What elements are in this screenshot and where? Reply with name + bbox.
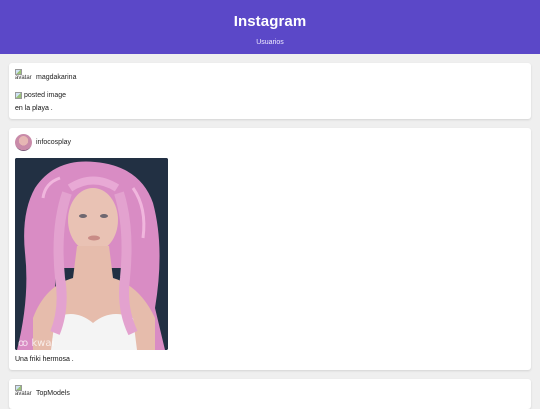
post-photo [15,158,168,350]
avatar[interactable] [15,134,32,151]
avatar-alt-text: avatar [15,391,32,397]
avatar-alt-text: avatar [15,75,32,81]
post-username[interactable]: TopModels [36,390,70,397]
post-header: infocosplay [15,134,525,151]
post-header: avatar TopModels [15,385,525,402]
post-header: avatar magdakarina [15,69,525,86]
post-feed: avatar magdakarina posted image en la pl… [0,54,540,409]
post-username[interactable]: magdakarina [36,74,76,81]
avatar[interactable]: avatar [15,69,32,86]
post-image-alt-text: posted image [24,92,67,99]
post-card: avatar magdakarina posted image en la pl… [9,63,531,119]
post-caption: en la playa . [15,105,53,112]
users-link[interactable]: Usuarios [256,39,284,46]
broken-image-icon [15,92,22,99]
post-image[interactable]: posted image [15,92,525,99]
avatar[interactable]: avatar [15,385,32,402]
post-image[interactable]: ꝏ kwai [15,158,168,350]
watermark-text: ꝏ kwai [18,338,55,349]
post-card: infocosplay ꝏ kwai Una friki hermosa . [9,128,531,370]
app-title: Instagram [233,13,307,30]
post-username[interactable]: infocosplay [36,139,71,146]
app-header: Instagram Usuarios [0,0,540,54]
post-caption: Una friki hermosa . [15,356,74,363]
